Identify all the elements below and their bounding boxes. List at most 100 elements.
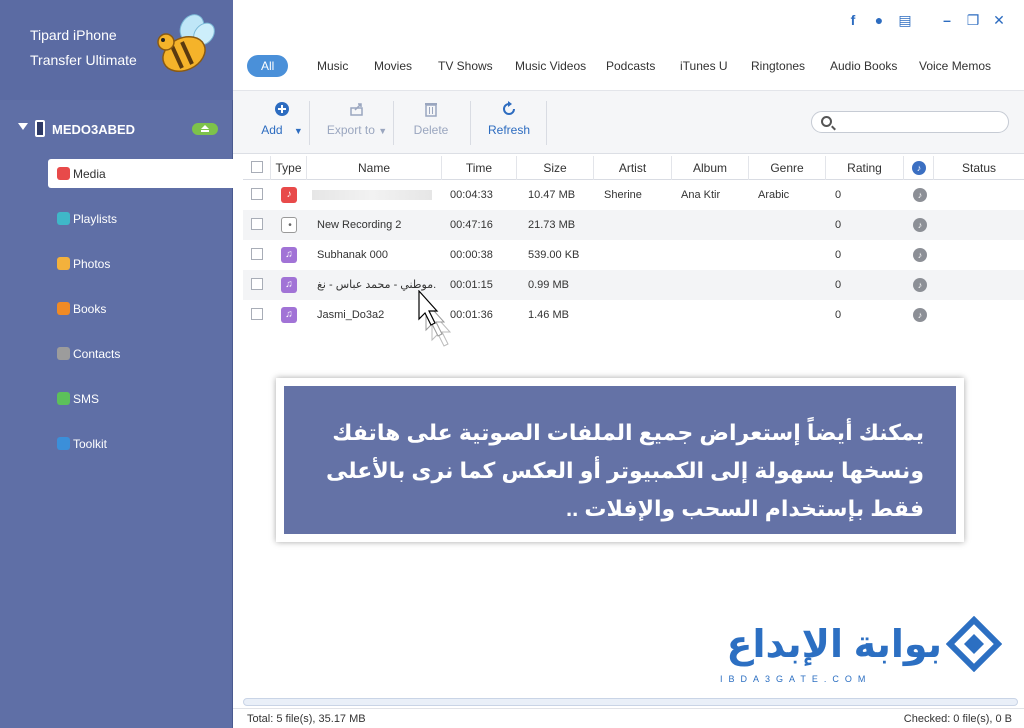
ringtone-icon xyxy=(281,247,297,263)
toolbar: Add ▼ Export to ▼ Delete Refresh xyxy=(233,90,1024,154)
export-button[interactable]: Export to ▼ xyxy=(321,99,393,147)
watermark-latin: IBDA3GATE.COM xyxy=(720,674,872,684)
tab-movies[interactable]: Movies xyxy=(368,55,418,77)
mouse-cursor-icon xyxy=(418,290,452,347)
playlist-icon xyxy=(57,212,70,225)
bee-logo-icon xyxy=(157,14,215,72)
column-header-rating[interactable]: Rating xyxy=(826,156,904,180)
chat-icon[interactable]: ● xyxy=(871,12,887,28)
tab-podcasts[interactable]: Podcasts xyxy=(600,55,661,77)
table-row[interactable]: Subhanak 000 00:00:38 539.00 KB 0 ♪ xyxy=(243,240,1024,270)
row-rating[interactable]: 0 xyxy=(835,300,841,330)
select-all-checkbox[interactable] xyxy=(251,161,263,173)
table-row[interactable]: Jasmi_Do3a2 00:01:36 1.46 MB 0 ♪ xyxy=(243,300,1024,330)
column-header-name[interactable]: Name xyxy=(307,156,442,180)
annotation-text: يمكنك أيضاً إستعراض جميع الملفات الصوتية… xyxy=(284,386,956,534)
tab-itunes-u[interactable]: iTunes U xyxy=(674,55,734,77)
column-header-status[interactable]: Status xyxy=(934,156,1024,180)
sidebar-item-photos[interactable]: Photos xyxy=(48,249,233,278)
sidebar-item-playlists[interactable]: Playlists xyxy=(48,204,233,233)
sidebar: Tipard iPhone Transfer Ultimate MEDO3ABE… xyxy=(0,0,233,728)
ringtone-icon xyxy=(281,307,297,323)
tab-music[interactable]: Music xyxy=(311,55,354,77)
tab-ringtones[interactable]: Ringtones xyxy=(745,55,811,77)
tab-tv-shows[interactable]: TV Shows xyxy=(432,55,499,77)
chevron-down-icon[interactable]: ▼ xyxy=(294,126,303,136)
close-icon[interactable]: ✕ xyxy=(991,12,1007,28)
row-rating[interactable]: 0 xyxy=(835,240,841,270)
sidebar-item-label: SMS xyxy=(73,392,100,406)
app-brand: Tipard iPhone Transfer Ultimate xyxy=(0,0,233,100)
tab-all[interactable]: All xyxy=(247,55,289,77)
facebook-icon[interactable]: f xyxy=(845,12,861,28)
table-row[interactable]: New Recording 2 00:47:16 21.73 MB 0 ♪ xyxy=(243,210,1024,240)
search-icon[interactable] xyxy=(821,116,832,127)
sidebar-item-label: Photos xyxy=(73,257,111,271)
toolbar-divider xyxy=(309,101,310,145)
column-header-album[interactable]: Album xyxy=(672,156,749,180)
table-row[interactable]: موطني - محمد عباس - نغ... 00:01:15 0.99 … xyxy=(243,270,1024,300)
device-row[interactable]: MEDO3ABED xyxy=(0,114,233,144)
row-checkbox[interactable] xyxy=(251,188,263,200)
voice-memo-icon xyxy=(281,217,298,234)
add-button[interactable]: Add ▼ xyxy=(255,99,309,147)
tab-audio-books[interactable]: Audio Books xyxy=(824,55,903,77)
music-note-icon: ♪ xyxy=(913,248,927,262)
status-total: Total: 5 file(s), 35.17 MB xyxy=(247,713,366,725)
row-rating[interactable]: 0 xyxy=(835,180,841,210)
row-time: 00:04:33 xyxy=(450,189,493,201)
select-all-header[interactable] xyxy=(243,156,271,180)
trash-icon xyxy=(425,103,437,117)
restore-icon[interactable]: ❐ xyxy=(965,12,981,28)
feedback-icon[interactable]: ▤ xyxy=(897,12,913,28)
column-header-time[interactable]: Time xyxy=(442,156,517,180)
row-checkbox[interactable] xyxy=(251,218,263,230)
minimize-icon[interactable]: – xyxy=(939,12,955,28)
table-header: Type Name Time Size Artist Album Genre R… xyxy=(243,156,1024,180)
tab-music-videos[interactable]: Music Videos xyxy=(509,55,592,77)
sidebar-item-label: Contacts xyxy=(73,347,121,361)
column-header-artist[interactable]: Artist xyxy=(594,156,672,180)
row-checkbox[interactable] xyxy=(251,308,263,320)
music-note-icon: ♪ xyxy=(913,218,927,232)
sidebar-item-toolkit[interactable]: Toolkit xyxy=(48,429,233,458)
row-size: 21.73 MB xyxy=(528,219,576,231)
sidebar-item-label: Toolkit xyxy=(73,437,108,451)
row-rating[interactable]: 0 xyxy=(835,210,841,240)
app-title-line2: Transfer Ultimate xyxy=(30,52,137,68)
column-header-size[interactable]: Size xyxy=(517,156,594,180)
eject-icon[interactable] xyxy=(192,123,218,135)
ringtone-icon xyxy=(281,277,297,293)
sidebar-item-label: Media xyxy=(73,167,106,181)
chevron-down-icon[interactable]: ▼ xyxy=(378,126,387,136)
sidebar-item-books[interactable]: Books xyxy=(48,294,233,323)
row-checkbox[interactable] xyxy=(251,248,263,260)
collapse-arrow-icon[interactable] xyxy=(18,123,28,130)
row-size: 10.47 MB xyxy=(528,189,576,201)
column-header-type[interactable]: Type xyxy=(271,156,307,180)
media-table: Type Name Time Size Artist Album Genre R… xyxy=(243,156,1024,330)
toolkit-icon xyxy=(57,437,70,450)
transfer-progress-bar xyxy=(243,698,1018,706)
search-input[interactable] xyxy=(836,114,1004,130)
music-note-icon: ♪ xyxy=(913,278,927,292)
delete-button[interactable]: Delete xyxy=(403,99,459,147)
column-header-genre[interactable]: Genre xyxy=(749,156,826,180)
sidebar-item-sms[interactable]: SMS xyxy=(48,384,233,413)
sidebar-item-media[interactable]: Media xyxy=(48,159,233,188)
search-box[interactable] xyxy=(811,111,1009,133)
row-checkbox[interactable] xyxy=(251,278,263,290)
export-icon xyxy=(350,103,363,116)
table-row[interactable]: 00:04:33 10.47 MB Sherine Ana Ktir Arabi… xyxy=(243,180,1024,210)
refresh-button[interactable]: Refresh xyxy=(481,99,537,147)
tab-voice-memos[interactable]: Voice Memos xyxy=(913,55,997,77)
row-name: New Recording 2 xyxy=(317,219,402,231)
column-header-sync[interactable]: ♪ xyxy=(904,156,934,180)
sidebar-item-contacts[interactable]: Contacts xyxy=(48,339,233,368)
message-icon xyxy=(57,392,70,405)
top-bar: f ● ▤ – ❐ ✕ All Music Movies TV Shows Mu… xyxy=(233,0,1024,90)
refresh-label: Refresh xyxy=(487,123,531,137)
add-icon xyxy=(275,102,289,116)
row-rating[interactable]: 0 xyxy=(835,270,841,300)
row-size: 1.46 MB xyxy=(528,309,569,321)
